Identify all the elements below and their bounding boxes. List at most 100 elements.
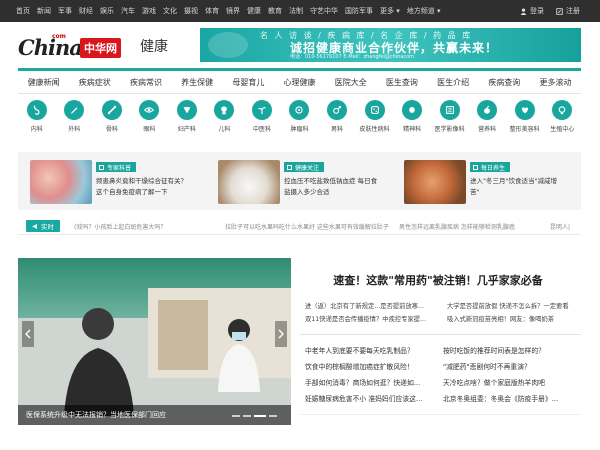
dept-label: 眼科 [143,126,156,133]
main-nav-item[interactable]: 医生介绍 [427,71,479,94]
dept-link[interactable]: 骨科 [93,100,131,144]
slide-dot[interactable] [243,415,251,417]
card-tag: 每日养生 [470,162,511,172]
dept-label: 外科 [68,126,81,133]
top-nav-link[interactable]: 文化 [163,6,177,16]
top-nav-link[interactable]: 娱乐 [100,6,114,16]
dept-link[interactable]: 中医科 [243,100,281,144]
top-nav-link[interactable]: 国防军事 [345,6,373,16]
slide-indicators [229,415,277,417]
dept-link[interactable]: 外科 [56,100,94,144]
main-nav-item[interactable]: 疾病常识 [120,71,172,94]
dept-link[interactable]: 整形美容科 [506,100,544,144]
sublist-link[interactable]: 进（返）北京有了新规定...是否提前放寒... [305,301,424,310]
register-link[interactable]: 注册 [556,6,580,16]
ticker-item[interactable]: 昆明人| [550,222,570,231]
main-nav-item[interactable]: 疾病查询 [478,71,530,94]
news-link[interactable]: 按时吃饭的推荐时间表是怎样的？ [443,345,545,355]
register-label: 注册 [566,7,580,15]
sublist-link[interactable]: 双11快递是否会传播疫情？中疾控专家提... [305,314,426,323]
dept-link[interactable]: 男科 [318,100,356,144]
featured-card[interactable]: 专家科普 频患鼻炎竟和干燥综合征有关？ 这个自身免疫病了解一下 [30,160,210,204]
top-nav-link[interactable]: 法制 [289,6,303,16]
top-nav-link[interactable]: 镜界 [226,6,240,16]
beauty-icon [514,100,535,120]
main-nav-item[interactable]: 更多滚动 [529,71,582,94]
baby-icon [214,100,235,120]
top-nav-link[interactable]: 地方频道 ▾ [407,6,441,16]
news-link[interactable]: 妊娠糖尿病危害不小 准妈妈们应该这... [305,393,422,403]
headline[interactable]: 速查！这款"常用药"被注销！几乎家家必备 [295,272,581,288]
ticker-item[interactable]: (效吗？小孩脸上起白斑危害大吗？ [74,222,166,231]
featured-cards: 专家科普 频患鼻炎竟和干燥综合征有关？ 这个自身免疫病了解一下 健康关注 控血压不… [18,152,581,210]
main-nav-item[interactable]: 养生保健 [171,71,223,94]
bone-icon [101,100,122,120]
top-nav-link[interactable]: 财经 [79,6,93,16]
top-nav-link[interactable]: 军事 [58,6,72,16]
dept-link[interactable]: 生殖中心 [543,100,581,144]
ticker-item[interactable]: 拉肚子可以吃水果吗吃什么水果好 这些水果可有效缓解拉肚子 [225,222,389,231]
news-link[interactable]: 中老年人到底要不要每天吃乳制品？ [305,345,414,355]
top-nav-link[interactable]: 摄视 [184,6,198,16]
hero-slider[interactable]: 医保系统升级中无法报销？当地医保部门回应 [18,258,291,425]
card-image [404,160,466,204]
top-nav-link[interactable]: 游戏 [142,6,156,16]
news-link[interactable]: 北京冬奥组委：冬奥会《防疫手册》... [443,393,558,403]
dept-link[interactable]: 医学影像科 [431,100,469,144]
top-nav-link[interactable]: 更多 ▾ [380,6,400,16]
dept-link[interactable]: 内科 [18,100,56,144]
dept-link[interactable]: 眼科 [131,100,169,144]
dept-link[interactable]: 肿瘤科 [281,100,319,144]
dept-link[interactable]: 儿科 [206,100,244,144]
divider [300,414,581,415]
ad-banner[interactable]: 名 人 访 谈 / 疾 病 库 / 名 企 库 / 药 品 库 诚招健康商业合作… [200,28,581,62]
sublist-link[interactable]: 大学是否提前放假 快递不怎么拆？一定要看 [447,301,569,310]
sublist-row: 进（返）北京有了新规定...是否提前放寒... 大学是否提前放假 快递不怎么拆？… [305,301,581,314]
featured-card[interactable]: 每日养生 进入"冬三月"饮食适当"减咸增 苦" [404,160,574,204]
featured-card[interactable]: 健康关注 控血压不吃盐致低钠血症 每日食 盐摄入多少合适 [218,160,398,204]
site-logo[interactable]: China com 中华网 健康 [18,30,198,64]
slide-dot[interactable] [232,415,240,417]
banner-contact: 电话：010-56176107 E-Mail：zhangfei@chinacom [290,54,415,60]
chevron-right-icon [278,329,284,339]
news-link[interactable]: "减肥药"悲剧何时不再重演？ [443,361,531,371]
next-slide-button[interactable] [275,321,287,347]
card-text: 控血压不吃盐致低钠血症 每日食 盐摄入多少合适 [284,177,378,196]
top-nav-link[interactable]: 汽车 [121,6,135,16]
sublist-link[interactable]: 吸入式新冠疫苗亮相！网友：像喝奶茶 [447,314,554,323]
main-nav-item[interactable]: 母婴育儿 [222,71,274,94]
slide-dot[interactable] [254,415,266,417]
login-label: 登录 [530,7,544,15]
news-link[interactable]: 手部如何消毒？商场如何逛？快递如... [305,377,420,387]
edit-icon [556,7,563,15]
main-nav-item[interactable]: 健康新闻 [18,71,70,94]
headline-sublist: 进（返）北京有了新规定...是否提前放寒... 大学是否提前放假 快递不怎么拆？… [305,301,581,327]
main-nav-item[interactable]: 心理健康 [273,71,326,94]
sublist-row: 双11快递是否会传播疫情？中疾控专家提... 吸入式新冠疫苗亮相！网友：像喝奶茶 [305,314,581,327]
card-tag: 健康关注 [284,162,325,172]
top-nav-link[interactable]: 首页 [16,6,30,16]
main-nav-item[interactable]: 医生查询 [376,71,428,94]
dept-link[interactable]: 精神科 [393,100,431,144]
main-nav-item[interactable]: 疾病症状 [69,71,121,94]
top-nav-link[interactable]: 体育 [205,6,219,16]
slide-dot[interactable] [269,415,277,417]
herb-icon [251,100,272,120]
cell-icon [289,100,310,120]
prev-slide-button[interactable] [22,321,34,347]
top-nav-link[interactable]: 新闻 [37,6,51,16]
ticker-item[interactable]: 男性怎样远离乳腺疾病 怎样能够检测乳腺癌 [399,222,515,231]
dept-link[interactable]: 妇产科 [168,100,206,144]
top-nav-link[interactable]: 教育 [268,6,282,16]
news-link[interactable]: 饮食中的棕榈酸增加癌症扩散风险！ [305,361,414,371]
news-row: 饮食中的棕榈酸增加癌症扩散风险！ "减肥药"悲剧何时不再重演？ [305,361,581,377]
dept-link[interactable]: 营养科 [468,100,506,144]
news-link[interactable]: 天冷吃点啥？做个家庭版热羊肉吧 [443,377,545,387]
dept-label: 内科 [30,126,43,133]
dept-link[interactable]: 皮肤性病科 [356,100,394,144]
dept-label: 皮肤性病科 [359,126,390,133]
main-nav-item[interactable]: 医院大全 [325,71,377,94]
top-nav-link[interactable]: 健康 [247,6,261,16]
top-nav-link[interactable]: 守艺中华 [310,6,338,16]
login-link[interactable]: 登录 [520,6,544,16]
